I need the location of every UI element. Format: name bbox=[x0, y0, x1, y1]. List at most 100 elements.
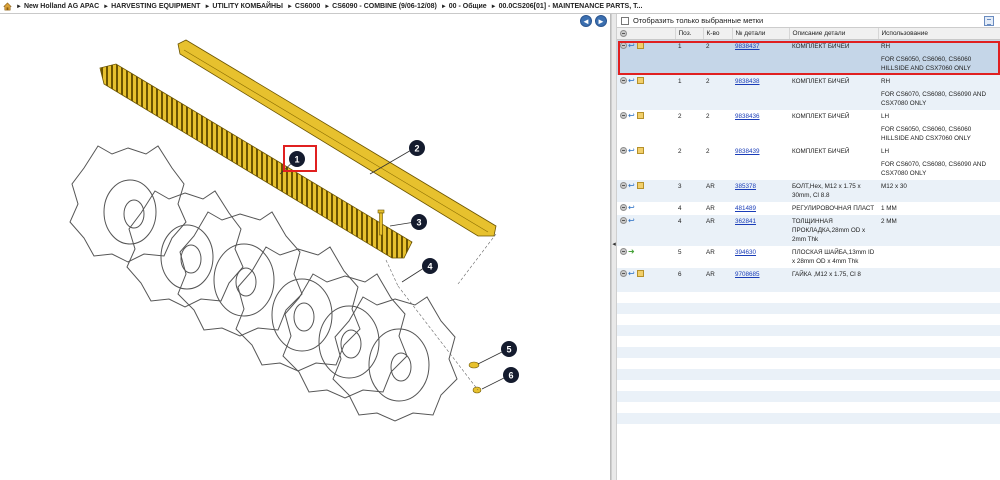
part-number-link[interactable]: 9838438 bbox=[735, 78, 760, 85]
table-row[interactable]: ↩ 4 AR 481489 РЕГУЛИРОВОЧНАЯ ПЛАСТ 1 MM bbox=[617, 201, 1000, 215]
cell-position: 4 bbox=[675, 201, 703, 215]
header-position[interactable]: Поз. bbox=[675, 28, 704, 40]
replacement-icon[interactable]: ↩ bbox=[628, 182, 636, 190]
header-part-number[interactable]: № детали bbox=[732, 28, 790, 40]
table-row[interactable]: ➜ 5 AR 394630 ПЛОСКАЯ ШАЙБА,13mm ID x 28mm O… bbox=[617, 245, 1000, 268]
row-actions bbox=[617, 122, 675, 145]
prev-diagram-button[interactable]: ◄ bbox=[580, 15, 592, 27]
cell-position bbox=[675, 87, 703, 110]
cell-position bbox=[675, 52, 703, 75]
cell-qty: 2 bbox=[703, 109, 732, 123]
table-row[interactable]: ↩ 3 AR 385378 БОЛТ,Hex, M12 x 1.75 x 30mm, C… bbox=[617, 179, 1000, 202]
package-icon[interactable] bbox=[637, 270, 644, 278]
table-row[interactable]: ↩ 4 AR 362841 ТОЛЩИННАЯ ПРОКЛАДКА,28mm OD x … bbox=[617, 214, 1000, 246]
part-number-link[interactable]: 9838439 bbox=[735, 148, 760, 155]
cell-description: ПЛОСКАЯ ШАЙБА,13mm ID x 28mm OD x 4mm Th… bbox=[789, 245, 878, 268]
part-number-link[interactable]: 9708685 bbox=[735, 271, 760, 278]
table-row[interactable]: FOR CS6050, CS6060, CS6060 HILLSIDE AND … bbox=[617, 122, 1000, 145]
row-actions: ↩ bbox=[617, 109, 675, 123]
cell-qty: AR bbox=[703, 245, 732, 268]
table-row[interactable]: ↩ 1 2 9838438 КОМПЛЕКТ БИЧЕЙ RH bbox=[617, 74, 1000, 88]
part-number-link[interactable]: 385378 bbox=[735, 183, 756, 190]
breadcrumb-item[interactable]: ► 00 - Общие bbox=[441, 3, 487, 10]
header-actions[interactable] bbox=[617, 28, 676, 40]
rotor-disc bbox=[69, 145, 187, 263]
add-to-cart-icon[interactable] bbox=[620, 217, 627, 225]
home-icon[interactable] bbox=[3, 2, 12, 11]
cell-position: 6 bbox=[675, 267, 703, 281]
filter-bar: Отобразить только выбранные метки bbox=[617, 14, 1000, 28]
cell-usage: FOR CS6070, CS6080, CS6090 AND CSX7080 O… bbox=[878, 157, 1000, 180]
cell-description bbox=[789, 52, 878, 75]
show-selected-label: Отобразить только выбранные метки bbox=[633, 16, 764, 25]
add-to-cart-icon[interactable] bbox=[620, 112, 627, 120]
part-number-link[interactable]: 9838437 bbox=[735, 43, 760, 50]
add-to-cart-icon[interactable] bbox=[620, 270, 627, 278]
breadcrumb-item[interactable]: ► UTILITY КОМБАЙНЫ bbox=[204, 3, 283, 10]
washer bbox=[468, 361, 480, 369]
cell-description: КОМПЛЕКТ БИЧЕЙ bbox=[789, 144, 878, 158]
export-icon[interactable] bbox=[984, 16, 994, 26]
header-qty[interactable]: К-во bbox=[703, 28, 733, 40]
replacement-icon[interactable]: ↩ bbox=[628, 147, 636, 155]
exploded-view-pane[interactable]: ◄ ► 1 2 3 4 5 6 bbox=[0, 14, 611, 480]
next-diagram-button[interactable]: ► bbox=[595, 15, 607, 27]
table-row[interactable]: ↩ 1 2 9838437 КОМПЛЕКТ БИЧЕЙ RH bbox=[617, 39, 1000, 53]
replacement-icon[interactable]: ↩ bbox=[628, 204, 636, 212]
cell-position: 2 bbox=[675, 144, 703, 158]
forward-icon[interactable]: ➜ bbox=[628, 248, 635, 256]
table-row[interactable]: FOR CS6050, CS6060, CS6060 HILLSIDE AND … bbox=[617, 52, 1000, 75]
part-number-link[interactable]: 9838436 bbox=[735, 113, 760, 120]
empty-row bbox=[617, 390, 1000, 402]
cell-position bbox=[675, 122, 703, 145]
replacement-icon[interactable]: ↩ bbox=[628, 77, 636, 85]
replacement-icon[interactable]: ↩ bbox=[628, 217, 636, 225]
add-to-cart-icon[interactable] bbox=[620, 77, 627, 85]
header-description[interactable]: Описание детали bbox=[789, 28, 879, 40]
cell-part-number: 394630 bbox=[732, 245, 789, 268]
empty-row bbox=[617, 412, 1000, 424]
part-number-link[interactable]: 362841 bbox=[735, 218, 756, 225]
replacement-icon[interactable]: ↩ bbox=[628, 270, 636, 278]
table-row[interactable]: ↩ 2 2 9838439 КОМПЛЕКТ БИЧЕЙ LH bbox=[617, 144, 1000, 158]
table-row[interactable]: FOR CS6070, CS6080, CS6090 AND CSX7080 O… bbox=[617, 87, 1000, 110]
cell-usage bbox=[878, 267, 1000, 281]
replacement-icon[interactable]: ↩ bbox=[628, 112, 636, 120]
empty-row bbox=[617, 346, 1000, 358]
empty-row bbox=[617, 357, 1000, 369]
cell-part-number bbox=[732, 157, 789, 180]
add-to-cart-icon[interactable] bbox=[620, 248, 627, 256]
add-to-cart-icon[interactable] bbox=[620, 147, 627, 155]
package-icon[interactable] bbox=[637, 112, 644, 120]
parts-list-pane: Отобразить только выбранные метки Поз. К… bbox=[617, 14, 1000, 480]
exploded-parts-diagram: 1 2 3 4 5 6 bbox=[69, 39, 519, 422]
package-icon[interactable] bbox=[637, 42, 644, 50]
table-row[interactable]: ↩ 6 AR 9708685 ГАЙКА ,M12 x 1.75, Cl 8 bbox=[617, 267, 1000, 281]
row-actions bbox=[617, 157, 675, 180]
header-usage[interactable]: Использование bbox=[878, 28, 1000, 40]
part-number-link[interactable]: 481489 bbox=[735, 205, 756, 212]
package-icon[interactable] bbox=[637, 182, 644, 190]
part-number-link[interactable]: 394630 bbox=[735, 249, 756, 256]
replacement-icon[interactable]: ↩ bbox=[628, 42, 636, 50]
cell-description: РЕГУЛИРОВОЧНАЯ ПЛАСТ bbox=[789, 201, 878, 215]
add-to-cart-icon[interactable] bbox=[620, 182, 627, 190]
breadcrumb-item[interactable]: ► HARVESTING EQUIPMENT bbox=[103, 3, 200, 10]
cell-description: КОМПЛЕКТ БИЧЕЙ bbox=[789, 74, 878, 88]
add-to-cart-icon[interactable] bbox=[620, 204, 627, 212]
cell-description bbox=[789, 157, 878, 180]
table-row[interactable]: FOR CS6070, CS6080, CS6090 AND CSX7080 O… bbox=[617, 157, 1000, 180]
breadcrumb-item[interactable]: ► 00.0CS206[01] - MAINTENANCE PARTS, T... bbox=[491, 3, 643, 10]
cell-qty: AR bbox=[703, 201, 732, 215]
add-to-cart-icon[interactable] bbox=[620, 42, 627, 50]
collapse-arrow-icon[interactable]: ◂ bbox=[612, 240, 616, 250]
show-selected-checkbox[interactable] bbox=[621, 16, 629, 25]
breadcrumb-item[interactable]: ► CS6090 - COMBINE (9/06-12/08) bbox=[324, 3, 437, 10]
package-icon[interactable] bbox=[637, 147, 644, 155]
table-row[interactable]: ↩ 2 2 9838436 КОМПЛЕКТ БИЧЕЙ LH bbox=[617, 109, 1000, 123]
breadcrumb-item[interactable]: ► CS6000 bbox=[287, 3, 320, 10]
cell-qty bbox=[703, 157, 732, 180]
breadcrumb-item[interactable]: ► New Holland AG APAC bbox=[16, 3, 99, 10]
package-icon[interactable] bbox=[637, 77, 644, 85]
row-actions: ↩ bbox=[617, 214, 675, 246]
